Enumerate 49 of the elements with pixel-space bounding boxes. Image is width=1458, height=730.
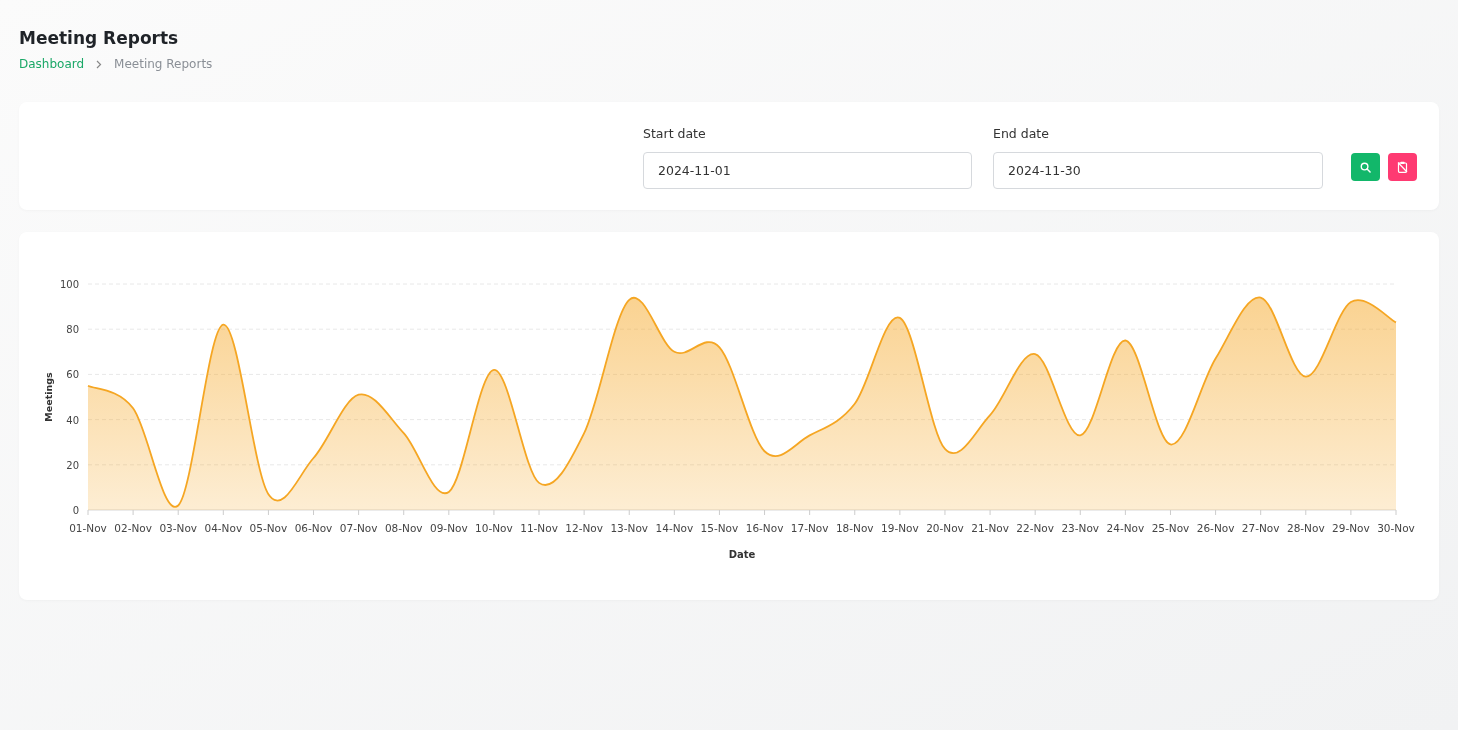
x-tick-label: 08-Nov [384,522,423,534]
page-title: Meeting Reports [19,27,179,50]
x-tick-label: 10-Nov [475,522,513,534]
x-tick-label: 23-Nov [1061,522,1100,534]
y-tick-label: 100 [59,279,79,290]
x-tick-label: 06-Nov [294,522,333,534]
x-tick-label: 24-Nov [1106,522,1145,534]
search-button[interactable] [1351,153,1380,181]
y-axis-title: Meetings [43,372,54,422]
date-field[interactable]: 2024-11-01 [643,152,972,189]
field-label: End date [993,126,1049,142]
x-tick-label: 11-Nov [520,522,558,534]
x-tick-label: 04-Nov [204,522,243,534]
x-tick-label: 22-Nov [1016,522,1054,534]
x-tick-label: 12-Nov [565,522,603,534]
y-tick-label: 80 [66,324,79,336]
x-axis-title: Date [728,549,756,560]
x-tick-label: 30-Nov [1377,522,1415,534]
search-icon [1360,161,1371,173]
x-tick-label: 29-Nov [1332,522,1370,534]
x-tick-label: 25-Nov [1151,522,1190,534]
y-tick-label: 60 [66,369,79,381]
x-tick-label: 09-Nov [430,522,468,534]
x-tick-label: 20-Nov [926,522,964,534]
chevron-right-icon [96,59,103,69]
date-field[interactable]: 2024-11-30 [993,152,1323,189]
x-tick-label: 03-Nov [159,522,198,534]
y-tick-label: 20 [66,459,79,471]
x-tick-label: 26-Nov [1196,522,1235,534]
x-tick-label: 13-Nov [610,522,649,534]
x-tick-label: 27-Nov [1241,522,1280,534]
x-tick-label: 14-Nov [655,522,694,534]
clear-button[interactable] [1388,153,1417,181]
x-tick-label: 07-Nov [339,522,378,534]
field-label: Start date [643,126,706,142]
x-tick-label: 28-Nov [1286,522,1325,534]
x-tick-label: 02-Nov [114,522,152,534]
x-tick-label: 21-Nov [971,522,1009,534]
x-tick-label: 18-Nov [835,522,874,534]
x-tick-label: 15-Nov [700,522,739,534]
breadcrumb-current: Meeting Reports [114,56,213,72]
x-tick-label: 05-Nov [249,522,288,534]
clipboard-off-icon [1397,161,1408,173]
y-tick-label: 0 [72,505,79,516]
x-tick-label: 17-Nov [790,522,829,534]
x-tick-label: 01-Nov [69,522,107,534]
x-tick-label: 19-Nov [881,522,919,534]
y-tick-label: 40 [66,414,79,426]
x-tick-label: 16-Nov [745,522,784,534]
